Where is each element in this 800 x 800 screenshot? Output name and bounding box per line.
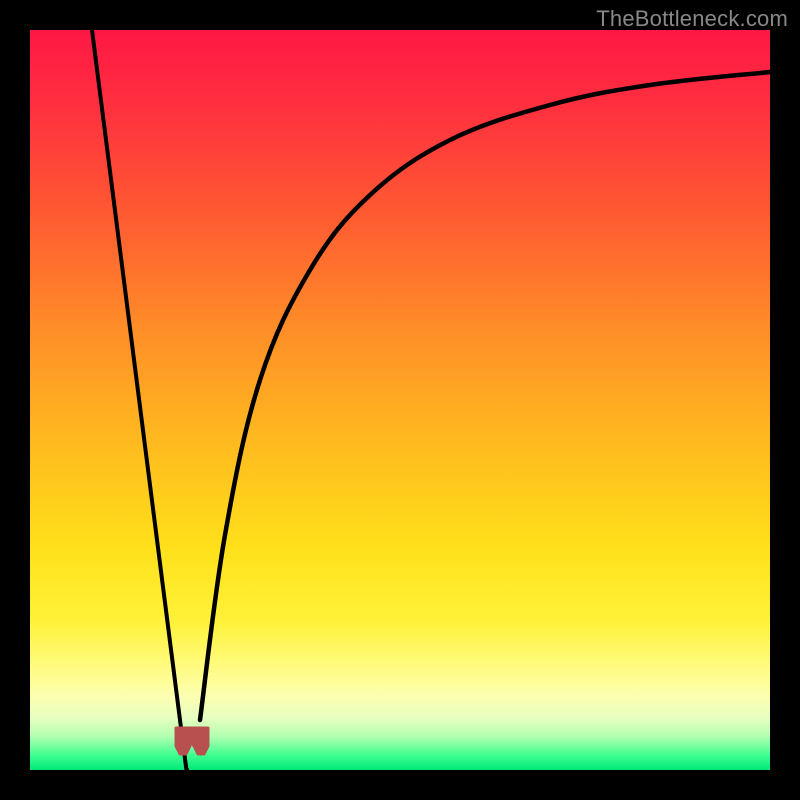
chart-svg (30, 30, 770, 770)
watermark-text: TheBottleneck.com (596, 6, 788, 32)
chart-plot-area (30, 30, 770, 770)
